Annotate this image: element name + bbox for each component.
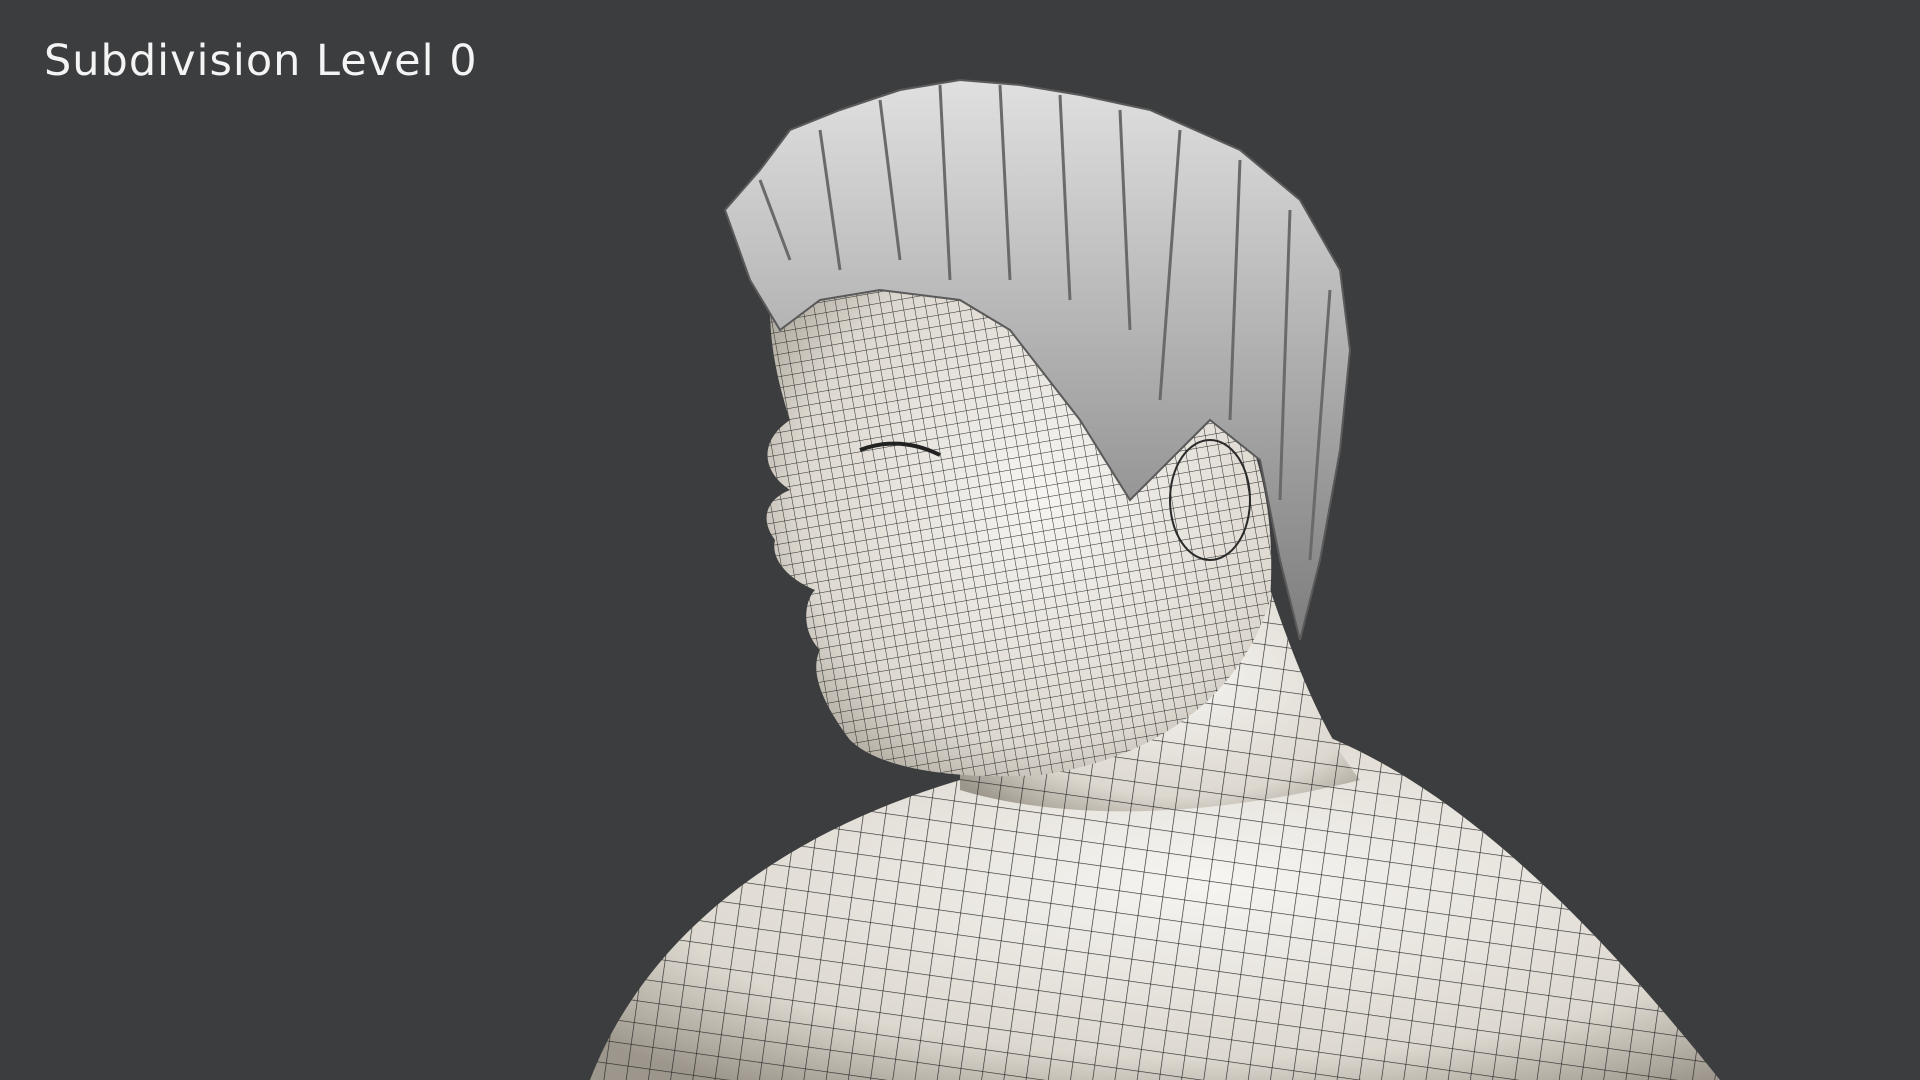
wireframe-head-render xyxy=(590,78,1720,1080)
subdivision-level-caption: Subdivision Level 0 xyxy=(44,36,478,86)
